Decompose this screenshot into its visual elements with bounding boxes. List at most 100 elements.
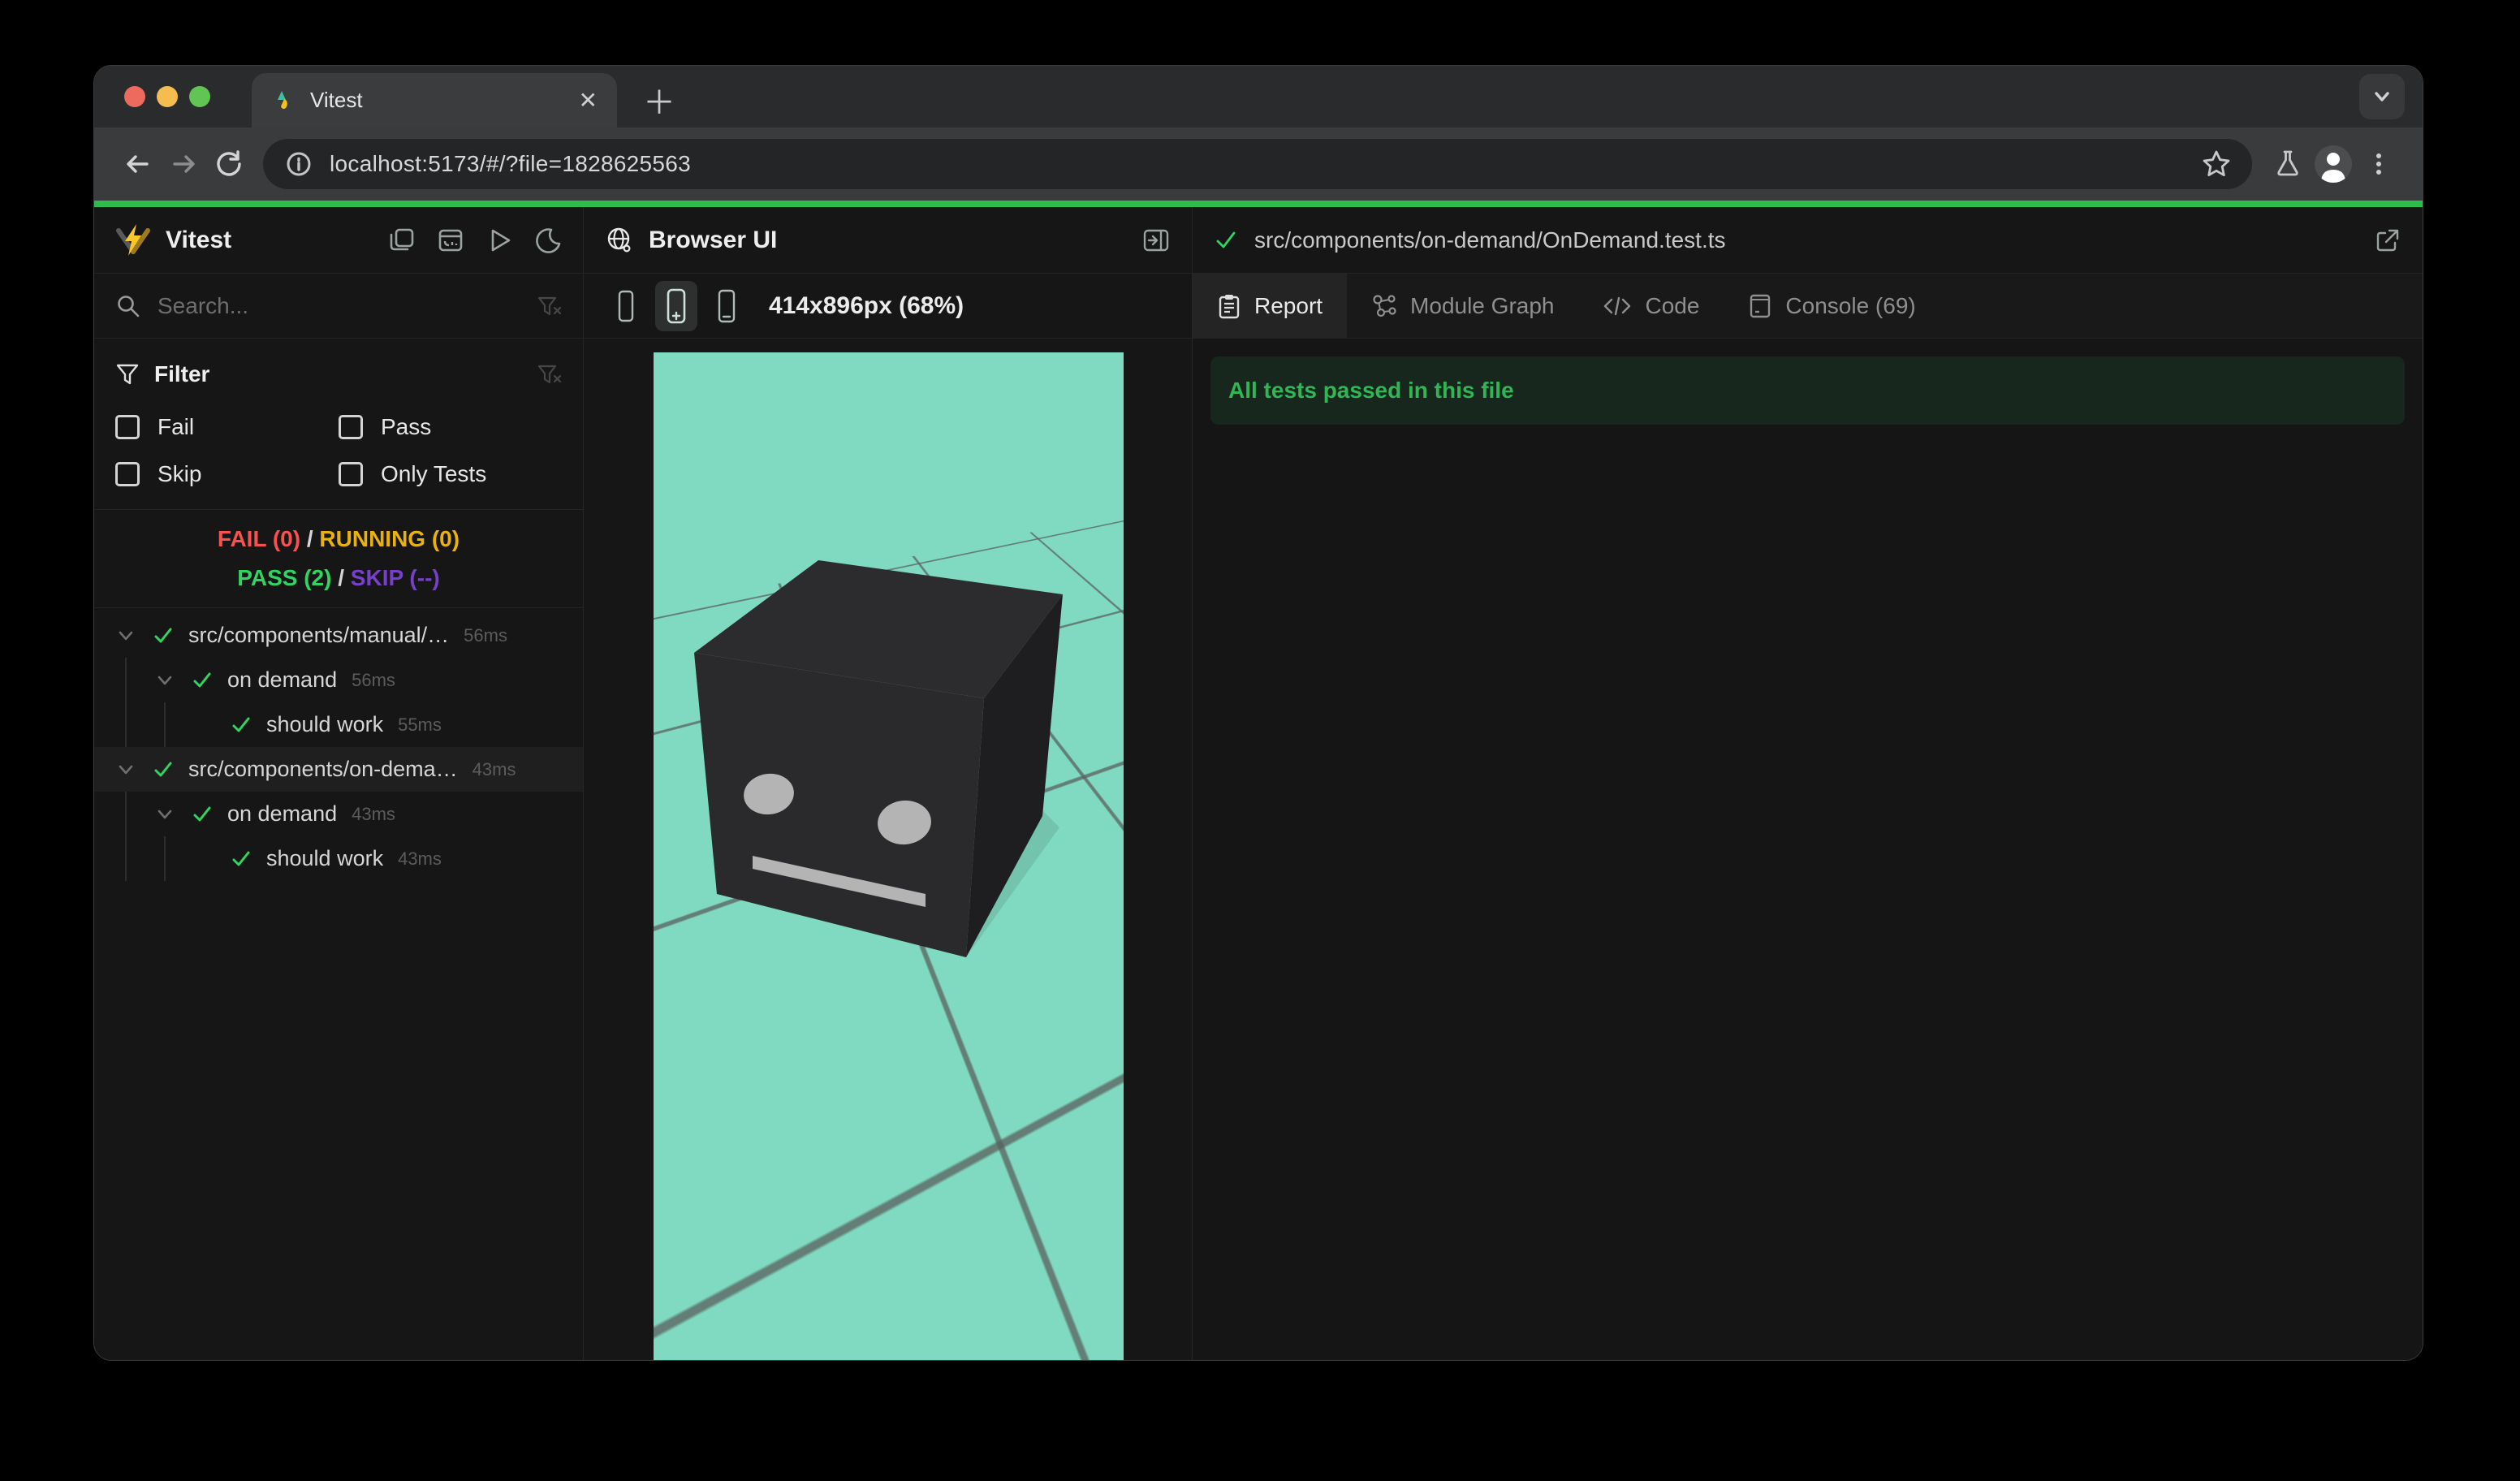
profile-button[interactable]: [2311, 141, 2356, 187]
chevron-down-icon: [2375, 92, 2389, 101]
robot-head-cube: [694, 560, 1063, 957]
play-icon: [491, 229, 511, 251]
tab-console[interactable]: Console (69): [1724, 274, 1940, 338]
viewport-size-label: 414x896px (68%): [769, 291, 964, 319]
person-icon: [2315, 145, 2352, 183]
checkbox[interactable]: [339, 415, 363, 439]
all-tests-passed-banner: All tests passed in this file: [1210, 356, 2405, 425]
tree-row-suite[interactable]: on demand 56ms: [94, 658, 583, 702]
arrow-right-icon: [173, 155, 195, 173]
windows-stack-icon: [390, 228, 414, 250]
tab-code[interactable]: Code: [1578, 274, 1724, 338]
device-zoom-out-button[interactable]: [706, 281, 748, 331]
zoom-window-button[interactable]: [189, 86, 210, 107]
phone-plus-icon: [667, 288, 686, 323]
device-zoom-in-button[interactable]: [655, 280, 697, 331]
tree-row-file-selected[interactable]: src/components/on-dema… 43ms: [94, 747, 583, 792]
test-browser-viewport[interactable]: [654, 352, 1124, 1360]
forward-button[interactable]: [161, 141, 206, 187]
run-all-button[interactable]: [485, 227, 513, 254]
clear-filter-icon[interactable]: [536, 293, 562, 319]
external-link-icon: [2376, 229, 2399, 251]
theme-toggle-button[interactable]: [534, 227, 562, 254]
moon-icon: [536, 227, 561, 253]
panel-expand-icon: [1143, 229, 1169, 251]
pass-check-icon: [229, 715, 253, 736]
tab-bar: Vitest ✕ ＋: [94, 66, 2423, 127]
browser-menu-button[interactable]: [2356, 141, 2401, 187]
close-window-button[interactable]: [124, 86, 145, 107]
report-header: src/components/on-demand/OnDemand.test.t…: [1193, 207, 2423, 274]
app-title: Vitest: [166, 226, 232, 253]
console-icon: [1750, 294, 1771, 317]
pass-check-icon: [1216, 231, 1236, 248]
browser-toolbar: localhost:5173/#/?file=1828625563: [94, 127, 2423, 201]
chevron-down-icon: [153, 671, 177, 690]
report-panel: src/components/on-demand/OnDemand.test.t…: [1193, 207, 2423, 1360]
experiments-button[interactable]: [2265, 141, 2311, 187]
pass-check-icon: [190, 804, 214, 825]
url-bar[interactable]: localhost:5173/#/?file=1828625563: [263, 139, 2252, 189]
flask-icon: [2277, 150, 2298, 176]
browser-tab[interactable]: Vitest ✕: [252, 73, 617, 127]
test-stats: FAIL (0) / RUNNING (0) PASS (2) / SKIP (…: [94, 509, 583, 608]
clear-filter-icon[interactable]: [536, 361, 562, 387]
filter-option-skip[interactable]: Skip: [115, 451, 339, 498]
expand-panel-button[interactable]: [1141, 226, 1171, 255]
dashboard-icon: [438, 229, 463, 251]
tree-row-file[interactable]: src/components/manual/… 56ms: [94, 613, 583, 658]
pass-check-icon: [151, 759, 175, 780]
funnel-icon: [116, 364, 139, 385]
filter-section: Filter Fail Pass Skip Only Tests: [94, 339, 583, 509]
url-text[interactable]: localhost:5173/#/?file=1828625563: [330, 151, 2200, 177]
tree-row-suite[interactable]: on demand 43ms: [94, 792, 583, 836]
test-progress-bar: [94, 201, 2423, 207]
site-info-icon[interactable]: [283, 148, 315, 180]
filter-option-fail[interactable]: Fail: [115, 404, 339, 451]
reload-icon: [217, 150, 241, 176]
tree-row-test[interactable]: should work 43ms: [94, 836, 583, 881]
chevron-down-icon: [153, 805, 177, 824]
sidebar: Vitest Search... Filter Fail Pass Skip O…: [94, 207, 584, 1360]
browser-ui-header: Browser UI: [584, 207, 1192, 274]
back-button[interactable]: [115, 141, 161, 187]
pass-check-icon: [190, 670, 214, 691]
device-narrow-button[interactable]: [605, 281, 647, 331]
tab-report[interactable]: Report: [1193, 274, 1348, 338]
browser-ui-title: Browser UI: [649, 226, 778, 253]
tab-list-button[interactable]: [2359, 74, 2405, 119]
checkbox[interactable]: [115, 415, 140, 439]
phone-icon: [618, 290, 634, 322]
filter-header: Filter: [115, 353, 562, 395]
bookmark-star-icon[interactable]: [2200, 148, 2233, 180]
open-external-button[interactable]: [2374, 227, 2401, 254]
filter-option-pass[interactable]: Pass: [339, 404, 562, 451]
device-toolbar: 414x896px (68%): [584, 274, 1192, 339]
tab-module-graph[interactable]: Module Graph: [1347, 274, 1578, 338]
search-icon: [118, 295, 140, 317]
sidebar-header: Vitest: [94, 207, 583, 274]
traffic-lights: [124, 86, 210, 107]
reload-button[interactable]: [206, 141, 252, 187]
new-tab-button[interactable]: ＋: [636, 77, 682, 123]
filter-option-only-tests[interactable]: Only Tests: [339, 451, 562, 498]
stats-line-1: FAIL (0) / RUNNING (0): [217, 526, 460, 551]
stats-line-2: PASS (2) / SKIP (--): [237, 565, 440, 590]
collapse-panels-button[interactable]: [388, 227, 416, 254]
search-bar[interactable]: Search...: [94, 274, 583, 339]
filter-options: Fail Pass Skip Only Tests: [115, 404, 562, 498]
checkbox[interactable]: [115, 462, 140, 486]
report-tabs: Report Module Graph Code Console (69): [1193, 274, 2423, 339]
minimize-window-button[interactable]: [157, 86, 178, 107]
code-icon: [1604, 296, 1631, 315]
report-content: All tests passed in this file: [1193, 339, 2423, 1360]
desktop: Vitest ✕ ＋ localhost:5173/#/?file=182862…: [0, 0, 2520, 1481]
module-graph-icon: [1373, 294, 1396, 317]
tree-row-test[interactable]: should work 55ms: [94, 702, 583, 747]
checkbox[interactable]: [339, 462, 363, 486]
dashboard-button[interactable]: [437, 227, 464, 254]
tab-close-icon[interactable]: ✕: [579, 87, 598, 114]
test-tree: src/components/manual/… 56ms on demand 5…: [94, 608, 583, 1360]
search-input[interactable]: Search...: [158, 293, 536, 319]
kebab-menu-icon: [2376, 153, 2381, 175]
